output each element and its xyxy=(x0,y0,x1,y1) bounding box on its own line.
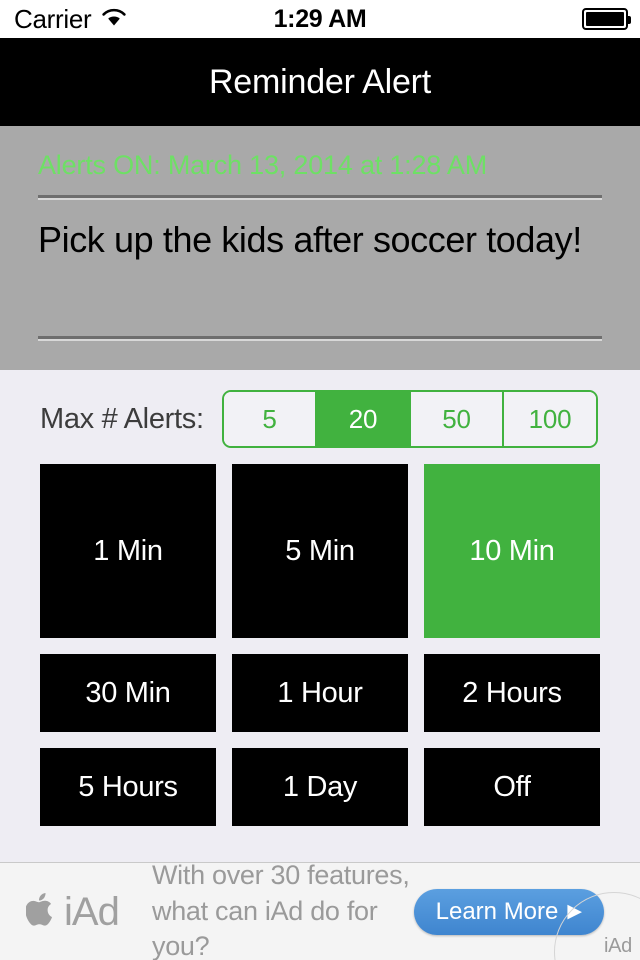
battery-full-icon xyxy=(582,8,631,30)
segment-5[interactable]: 5 xyxy=(223,392,316,446)
iad-copy: With over 30 features, what can iAd do f… xyxy=(152,862,414,960)
apple-logo-icon xyxy=(25,891,56,932)
iad-copy-line-2: what can iAd do for you? xyxy=(152,895,378,960)
settings-content: Max # Alerts: 5 20 50 100 1 Min 5 Min 10… xyxy=(0,370,640,862)
reminder-message-text: Pick up the kids after soccer today! xyxy=(38,219,582,261)
carrier-label: Carrier xyxy=(14,4,92,34)
interval-row-1: 1 Min 5 Min 10 Min xyxy=(40,464,600,638)
max-alerts-segmented-control[interactable]: 5 20 50 100 xyxy=(221,390,598,448)
interval-row-2: 30 Min 1 Hour 2 Hours xyxy=(40,654,600,732)
interval-button-grid: 1 Min 5 Min 10 Min 30 Min 1 Hour 2 Hours… xyxy=(0,448,640,826)
segment-100[interactable]: 100 xyxy=(502,392,596,446)
max-alerts-label: Max # Alerts: xyxy=(40,402,204,435)
interval-button-10-min[interactable]: 10 Min xyxy=(424,464,600,638)
iad-brand-label: iAd xyxy=(64,889,120,934)
status-bar-left: Carrier xyxy=(14,6,127,32)
interval-button-off[interactable]: Off xyxy=(424,748,600,826)
segment-20[interactable]: 20 xyxy=(315,392,409,446)
iad-brand: iAd xyxy=(0,891,152,932)
interval-button-5-min[interactable]: 5 Min xyxy=(232,464,408,638)
segment-50[interactable]: 50 xyxy=(408,392,503,446)
iad-corner-label: iAd xyxy=(603,935,632,957)
interval-row-3: 5 Hours 1 Day Off xyxy=(40,748,600,826)
divider-bottom xyxy=(38,336,602,342)
iad-copy-line-1: With over 30 features, xyxy=(152,862,410,891)
interval-button-30-min[interactable]: 30 Min xyxy=(40,654,216,732)
status-bar: Carrier 1:29 AM xyxy=(0,0,640,38)
page-title: Reminder Alert xyxy=(208,62,432,101)
interval-button-2-hours[interactable]: 2 Hours xyxy=(424,654,600,732)
alert-panel: Alerts ON: March 13, 2014 at 1:28 AM Pic… xyxy=(0,126,640,370)
alert-status-text: Alerts ON: March 13, 2014 at 1:28 AM xyxy=(38,150,488,180)
navigation-bar: Reminder Alert xyxy=(0,38,640,126)
iad-banner[interactable]: iAd With over 30 features, what can iAd … xyxy=(0,862,640,960)
interval-button-5-hours[interactable]: 5 Hours xyxy=(40,748,216,826)
max-alerts-row: Max # Alerts: 5 20 50 100 xyxy=(0,370,640,448)
interval-button-1-day[interactable]: 1 Day xyxy=(232,748,408,826)
learn-more-label: Learn More xyxy=(435,897,559,925)
wifi-icon xyxy=(101,7,127,32)
interval-button-1-min[interactable]: 1 Min xyxy=(40,464,216,638)
status-bar-right xyxy=(582,8,631,30)
interval-button-1-hour[interactable]: 1 Hour xyxy=(232,654,408,732)
